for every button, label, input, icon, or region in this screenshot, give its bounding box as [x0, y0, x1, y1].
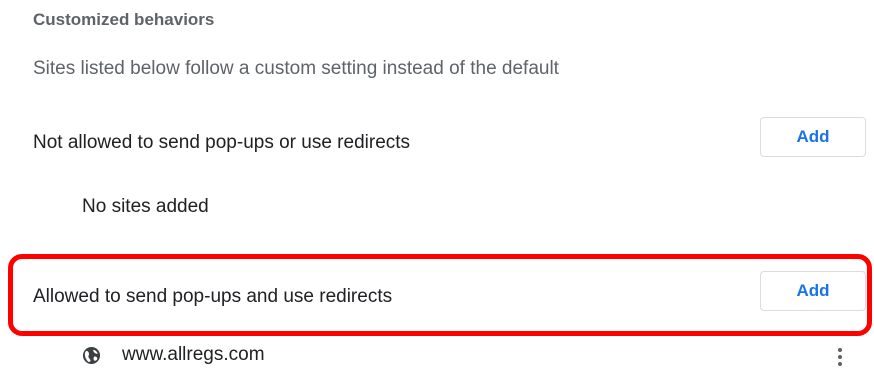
section-title: Customized behaviors	[33, 10, 215, 29]
blocked-add-button[interactable]: Add	[760, 117, 866, 157]
blocked-empty-note: No sites added	[82, 196, 209, 217]
globe-icon	[82, 346, 101, 365]
kebab-dot	[838, 348, 842, 352]
kebab-dot	[838, 355, 842, 359]
allowed-row-label: Allowed to send pop-ups and use redirect…	[33, 286, 393, 307]
blocked-row-label: Not allowed to send pop-ups or use redir…	[33, 132, 411, 153]
more-actions-icon[interactable]	[830, 345, 850, 369]
allowed-add-button[interactable]: Add	[760, 271, 866, 311]
site-list-item: www.allregs.com	[82, 344, 862, 372]
kebab-dot	[838, 362, 842, 366]
site-url[interactable]: www.allregs.com	[122, 344, 265, 366]
section-subtitle: Sites listed below follow a custom setti…	[33, 58, 559, 79]
